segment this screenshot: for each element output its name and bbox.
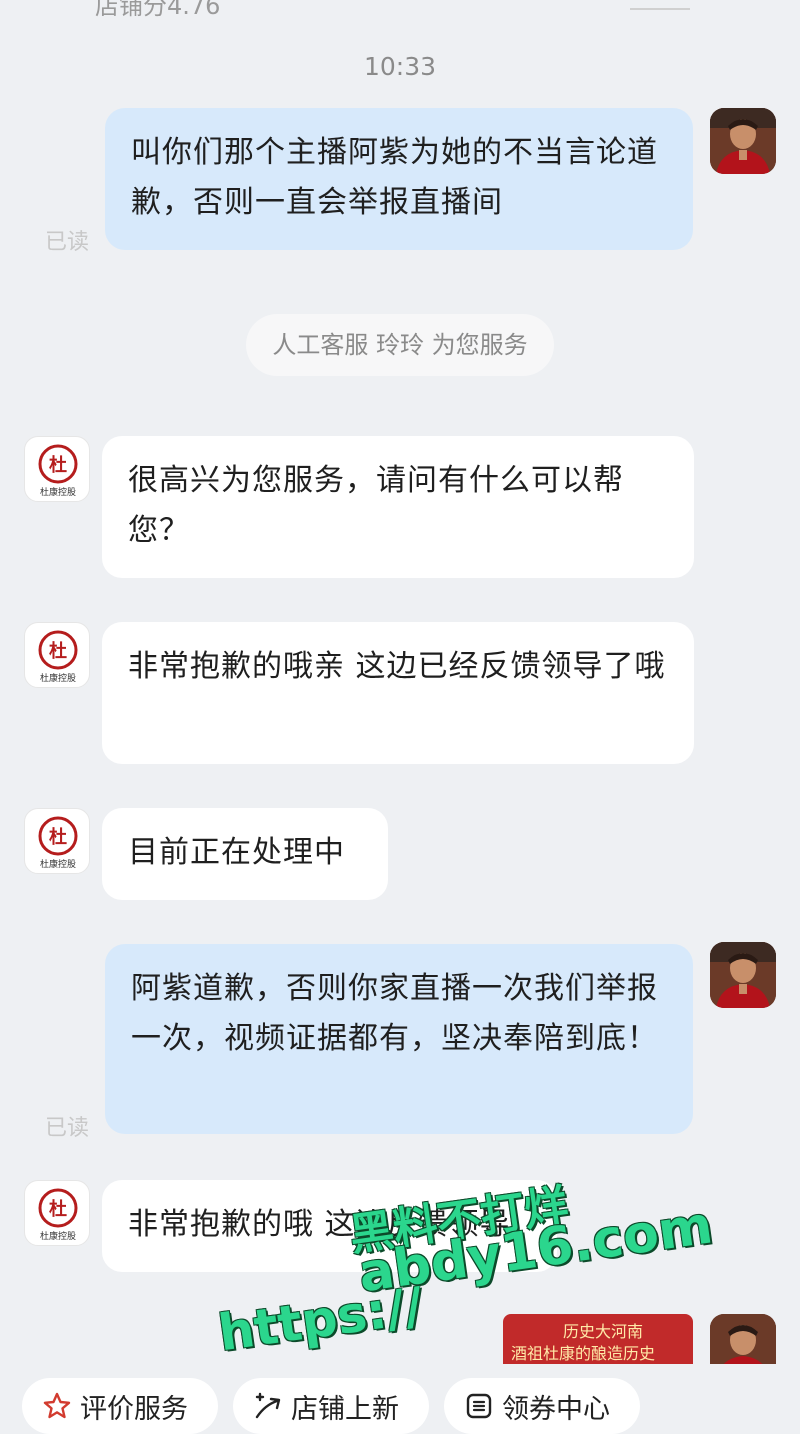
shop-avatar[interactable]: 杜 杜康控股 <box>24 1180 90 1246</box>
footballer-photo-icon <box>710 108 776 174</box>
agent-assigned-notice: 人工客服 玲玲 为您服务 <box>246 314 554 376</box>
video-card-subtitle: 酒祖杜康的酿造历史 <box>511 1344 656 1363</box>
svg-text:杜: 杜 <box>49 826 67 848</box>
shop-avatar[interactable]: 杜 杜康控股 <box>24 436 90 502</box>
new-arrival-icon <box>255 1392 281 1419</box>
message-timestamp: 10:33 <box>363 52 437 81</box>
footballer-photo-icon <box>710 942 776 1008</box>
coupon-center-button[interactable]: 领券中心 <box>444 1378 640 1434</box>
user-avatar[interactable] <box>710 942 776 1008</box>
read-status: 已读 <box>45 230 90 255</box>
watermark-protocol: https:// <box>215 1276 427 1363</box>
shop-message-bubble[interactable]: 目前正在处理中 <box>102 808 388 900</box>
shop-message-bubble[interactable]: 非常抱歉的哦亲 这边已经反馈领导了哦 <box>102 622 694 764</box>
shop-avatar[interactable]: 杜 杜康控股 <box>24 622 90 688</box>
rate-service-label: 评价服务 <box>80 1393 188 1425</box>
user-avatar[interactable] <box>710 108 776 174</box>
star-icon <box>43 1392 71 1419</box>
shop-logo-icon: 杜 杜康控股 <box>38 630 78 684</box>
svg-text:杜: 杜 <box>49 1198 67 1220</box>
coupon-center-label: 领券中心 <box>502 1393 610 1425</box>
shop-rating-text: 店铺分4.76 <box>95 0 221 20</box>
new-arrivals-label: 店铺上新 <box>291 1393 399 1425</box>
svg-text:杜: 杜 <box>49 454 67 476</box>
svg-text:杜: 杜 <box>49 640 67 662</box>
user-avatar[interactable] <box>710 1314 776 1364</box>
svg-text:杜康控股: 杜康控股 <box>40 858 76 870</box>
footballer-photo-icon <box>710 1314 776 1364</box>
user-message-bubble[interactable]: 叫你们那个主播阿紫为她的不当言论道歉，否则一直会举报直播间 <box>105 108 693 250</box>
video-card-title: 历史大河南 <box>563 1322 644 1341</box>
new-arrivals-button[interactable]: 店铺上新 <box>233 1378 429 1434</box>
svg-text:杜康控股: 杜康控股 <box>40 486 76 498</box>
shop-logo-icon: 杜 杜康控股 <box>38 444 78 498</box>
live-video-card[interactable]: 历史大河南 酒祖杜康的酿造历史 <box>503 1314 693 1364</box>
shop-message-bubble[interactable]: 很高兴为您服务，请问有什么可以帮您？ <box>102 436 694 578</box>
user-message-bubble[interactable]: 阿紫道歉，否则你家直播一次我们举报一次，视频证据都有，坚决奉陪到底！ <box>105 944 693 1134</box>
shop-logo-icon: 杜 杜康控股 <box>38 1188 78 1242</box>
rate-service-button[interactable]: 评价服务 <box>22 1378 218 1434</box>
shop-avatar[interactable]: 杜 杜康控股 <box>24 808 90 874</box>
read-status: 已读 <box>45 1116 90 1141</box>
svg-text:杜康控股: 杜康控股 <box>40 1230 76 1242</box>
svg-text:杜康控股: 杜康控股 <box>40 672 76 684</box>
coupon-icon <box>466 1393 492 1419</box>
shop-logo-icon: 杜 杜康控股 <box>38 816 78 870</box>
header-divider <box>630 0 690 10</box>
